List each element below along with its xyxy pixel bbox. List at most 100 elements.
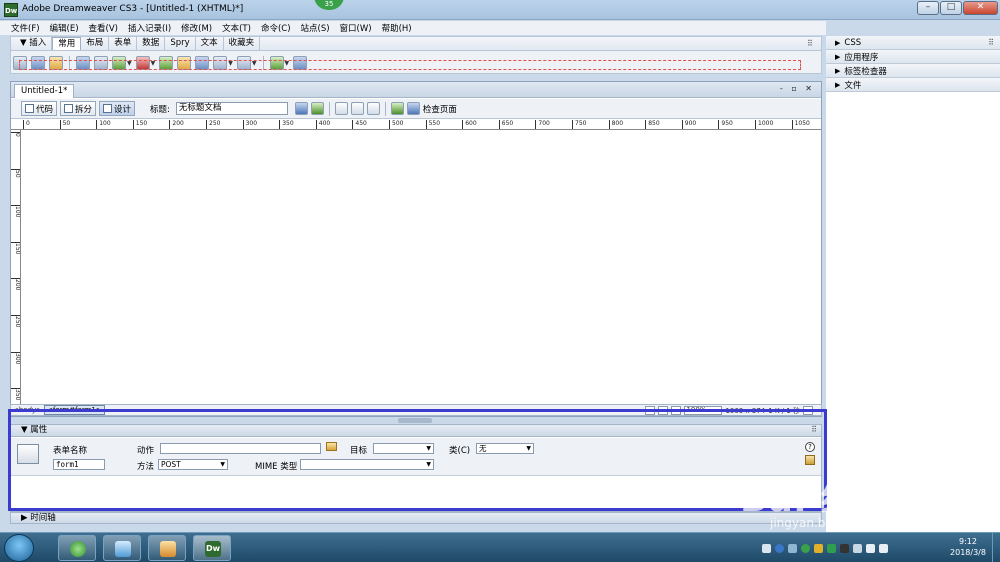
title-input[interactable]: 无标题文档 — [175, 102, 288, 115]
insert-bar-options-icon[interactable]: ⠿ — [807, 39, 813, 48]
tab-data[interactable]: 数据 — [137, 37, 166, 50]
menu-modify[interactable]: 修改(M) — [176, 22, 217, 34]
refresh-icon[interactable] — [334, 102, 348, 115]
check-page-button[interactable]: 检查页面 — [423, 103, 457, 115]
expand-icon: ▶ — [835, 66, 841, 75]
flag-icon[interactable] — [853, 543, 862, 553]
tab-common[interactable]: 常用 — [52, 37, 82, 50]
help-icon[interactable]: ? — [805, 442, 815, 452]
code-view-button[interactable]: 代码 — [21, 101, 58, 116]
taskbar-ie-button[interactable] — [58, 535, 96, 561]
dreamweaver-icon: Dw — [205, 541, 221, 557]
minimize-button[interactable]: – — [917, 1, 939, 15]
splitter-handle[interactable] — [398, 418, 432, 423]
design-canvas[interactable] — [21, 131, 821, 407]
ruler-mark: 750 — [572, 120, 586, 129]
expand-icon: ▶ — [835, 80, 841, 89]
panel-label: 文件 — [844, 80, 862, 91]
keyboard-icon[interactable] — [762, 543, 771, 553]
security-icon[interactable] — [801, 543, 810, 553]
window-size[interactable]: 1069 x 374 — [725, 407, 765, 415]
encoding-icon[interactable] — [803, 406, 813, 415]
ruler-mark: 100 — [96, 120, 111, 129]
select-tool-icon[interactable] — [645, 406, 656, 415]
ruler-mark: 0 — [11, 132, 20, 162]
tab-text[interactable]: 文本 — [196, 37, 224, 50]
view-label: 拆分 — [75, 104, 93, 115]
tab-spry[interactable]: Spry — [165, 37, 196, 50]
menu-bar-filler — [826, 21, 1000, 35]
ruler-mark: 250 — [11, 315, 20, 345]
hand-tool-icon[interactable] — [658, 406, 669, 415]
tab-forms[interactable]: 表单 — [109, 37, 138, 50]
document-tab[interactable]: Untitled-1* — [14, 84, 75, 98]
clock[interactable]: 9:12 2018/3/8 — [940, 536, 996, 558]
volume-icon[interactable] — [879, 543, 888, 553]
ruler-mark: 300 — [242, 120, 257, 129]
panel-splitter[interactable] — [10, 417, 822, 424]
properties-header[interactable]: ▼ 属性 — [11, 425, 821, 437]
panel-files[interactable]: ▶ 文件 — [826, 78, 1000, 92]
ruler-mark: 550 — [425, 120, 440, 129]
document-window: Untitled-1* - ▫ ✕ 代码 拆分 设计 标题: 无标题文档 检查页… — [10, 81, 822, 417]
file-management-icon[interactable] — [294, 102, 308, 115]
notification-badge[interactable]: 35 — [314, 0, 344, 10]
qq-icon[interactable] — [840, 543, 849, 553]
tab-favorites[interactable]: 收藏夹 — [224, 37, 261, 50]
check-browser-icon[interactable] — [406, 102, 420, 115]
folder-icon[interactable] — [326, 442, 337, 451]
start-button[interactable] — [4, 534, 34, 562]
insert-bar-toggle[interactable]: ▼ 插入 — [15, 37, 53, 50]
zoom-tool-icon[interactable] — [671, 406, 682, 415]
maximize-button[interactable]: □ — [940, 1, 962, 15]
menu-text[interactable]: 文本(T) — [217, 22, 256, 34]
ruler-mark: 450 — [352, 120, 367, 129]
taskbar-paint-button[interactable] — [148, 535, 186, 561]
view-options-icon[interactable] — [350, 102, 364, 115]
form-name-input[interactable]: form1 — [53, 459, 105, 470]
form-outline[interactable] — [19, 60, 801, 70]
show-desktop-button[interactable] — [992, 533, 1000, 562]
arrow-up-icon[interactable] — [788, 543, 797, 553]
tag-body[interactable]: <body> — [13, 406, 42, 414]
menu-site[interactable]: 站点(S) — [296, 22, 335, 34]
form-icon — [17, 444, 39, 464]
menu-help[interactable]: 帮助(H) — [377, 22, 417, 34]
menu-bar: 文件(F) 编辑(E) 查看(V) 插入记录(I) 修改(M) 文本(T) 命令… — [0, 21, 826, 35]
ruler-mark: 1000 — [755, 120, 773, 129]
menu-commands[interactable]: 命令(C) — [256, 22, 296, 34]
split-view-button[interactable]: 拆分 — [60, 101, 97, 116]
tab-layout[interactable]: 布局 — [81, 37, 110, 50]
menu-file[interactable]: 文件(F) — [6, 22, 45, 34]
panel-tag-inspector[interactable]: ▶ 标签检查器 — [826, 64, 1000, 78]
validate-markup-icon[interactable] — [390, 102, 404, 115]
action-input[interactable] — [160, 443, 321, 454]
help-tray-icon[interactable] — [775, 543, 784, 553]
app-tray-icon[interactable] — [814, 543, 823, 553]
panel-application[interactable]: ▶ 应用程序 — [826, 50, 1000, 64]
method-select[interactable]: POST ▼ — [158, 459, 228, 470]
design-view-button[interactable]: 设计 — [99, 101, 136, 116]
document-window-controls[interactable]: - ▫ ✕ — [780, 84, 815, 93]
app-tray-icon[interactable] — [827, 543, 836, 553]
tag-form[interactable]: <form#form1> — [44, 405, 105, 415]
zoom-select[interactable]: 100% — [684, 406, 723, 415]
menu-window[interactable]: 窗口(W) — [335, 22, 377, 34]
visual-aids-icon[interactable] — [366, 102, 380, 115]
class-select[interactable]: 无 ▼ — [476, 443, 534, 454]
timeline-panel[interactable]: ▶ 时间轴 — [10, 512, 822, 524]
menu-view[interactable]: 查看(V) — [84, 22, 123, 34]
menu-insert-record[interactable]: 插入记录(I) — [123, 22, 176, 34]
mime-type-select[interactable]: ▼ — [300, 459, 434, 470]
target-select[interactable]: ▼ — [373, 443, 434, 454]
quick-tag-editor-icon[interactable] — [805, 455, 815, 465]
panel-css[interactable]: ▶ CSS ⠿ — [826, 36, 1000, 50]
properties-options-icon[interactable]: ⠿ — [811, 425, 817, 434]
panel-options-icon[interactable]: ⠿ — [988, 36, 994, 50]
menu-edit[interactable]: 编辑(E) — [45, 22, 84, 34]
taskbar-explorer-button[interactable] — [103, 535, 141, 561]
preview-in-browser-icon[interactable] — [310, 102, 324, 115]
taskbar-dreamweaver-button[interactable]: Dw — [193, 535, 231, 561]
close-button[interactable]: ✕ — [963, 1, 998, 15]
network-icon[interactable] — [866, 543, 875, 553]
